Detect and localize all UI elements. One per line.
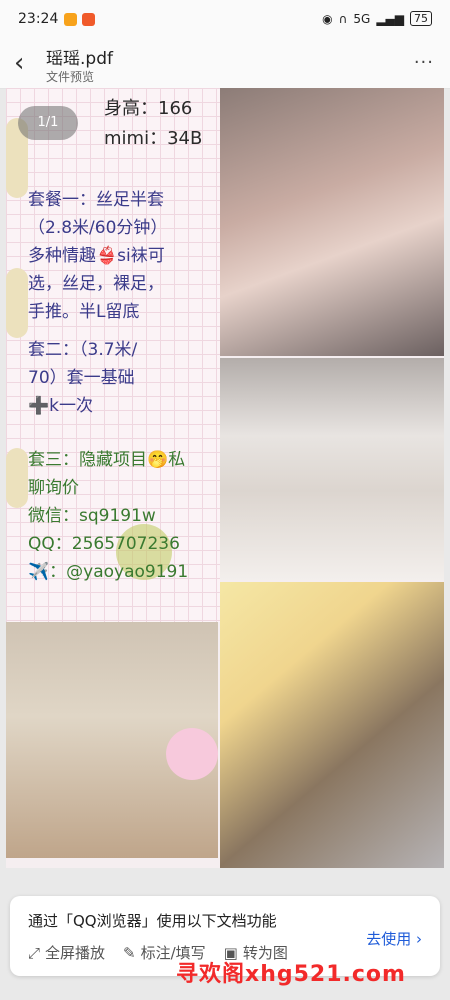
status-bar: 23:24 ◉ ∩ 5G ▂▄▆ 75 [0, 0, 450, 40]
signal-icon: ▂▄▆ [376, 11, 404, 26]
package-one-text: 套餐一：丝足半套 （2.8米/60分钟） 多种情趣👙si袜可 选，丝足，裸足， … [28, 190, 168, 322]
photo-bed [220, 358, 444, 580]
sticker-icon [166, 728, 218, 780]
photo-portrait [220, 88, 444, 356]
photo-dress [220, 582, 444, 868]
battery-indicator: 75 [410, 11, 432, 26]
package-two-text: 套二：（3.7米/ 70）套一基础 ➕k一次 [28, 340, 138, 416]
decorative-shape [6, 268, 28, 338]
document-page[interactable]: 身高：166 mimi：34B 套餐一：丝足半套 （2.8米/60分钟） 多种情… [6, 88, 444, 868]
use-button[interactable]: 去使用 › [366, 928, 422, 949]
package-three-text: 套三：隐藏项目🤭私 聊询价 微信：sq9191w QQ：2565707236 ✈… [28, 450, 189, 582]
edit-icon: ✎ [123, 943, 136, 962]
fullscreen-action[interactable]: ⤢ 全屏播放 [28, 942, 105, 963]
height-size-text: 身高：166 mimi：34B [104, 98, 203, 149]
notification-icon [82, 13, 95, 26]
back-arrow-icon[interactable]: ‹ [14, 50, 24, 76]
fullscreen-icon: ⤢ [28, 943, 41, 962]
file-subtitle: 文件预览 [46, 70, 95, 84]
fullscreen-label: 全屏播放 [45, 944, 106, 962]
notification-icon [64, 13, 77, 26]
page-indicator: 1/1 [18, 106, 78, 140]
status-time: 23:24 [18, 11, 59, 27]
promo-text: 通过「QQ浏览器」使用以下文档功能 [28, 912, 277, 930]
headphones-icon: ∩ [338, 11, 348, 26]
decorative-shape [6, 448, 28, 508]
network-label: 5G [353, 11, 371, 26]
app-header: ‹ 瑶瑶.pdf 文件预览 ··· [0, 40, 450, 89]
file-title: 瑶瑶.pdf [46, 49, 113, 69]
status-icons: ◉ ∩ 5G ▂▄▆ 75 [322, 11, 432, 26]
watermark-text: 寻欢阁xhg521.com [176, 962, 406, 987]
eye-icon: ◉ [322, 11, 333, 26]
more-options-icon[interactable]: ··· [414, 52, 434, 73]
